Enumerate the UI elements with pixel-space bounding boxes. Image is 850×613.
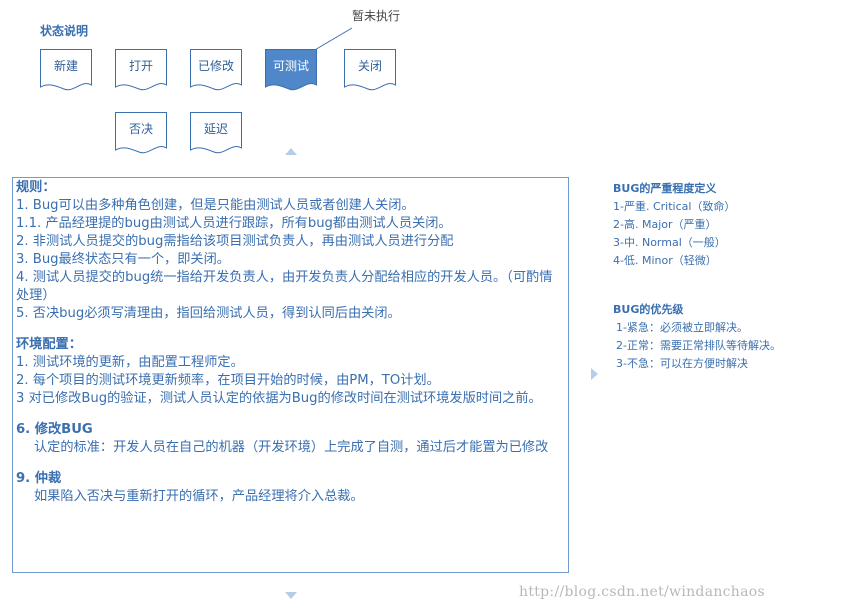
severity-item: 4-低. Minor（轻微） <box>613 254 717 267</box>
arbitration-text: 如果陷入否决与重新打开的循环，产品经理将介入总裁。 <box>34 489 364 504</box>
rules-heading: 规则： <box>16 180 56 195</box>
status-node-label: 新建 <box>53 58 78 73</box>
env-line: 3 对已修改Bug的验证，测试人员认定的依据为Bug的修改时间在测试环境发版时间… <box>16 391 542 406</box>
severity-item: 1-严重. Critical（致命） <box>613 200 736 213</box>
status-node-label: 关闭 <box>357 58 382 73</box>
callout-label: 暂未执行 <box>352 9 401 23</box>
priority-title: BUG的优先级 <box>613 303 684 316</box>
fix-heading: 6. 修改BUG <box>16 422 93 437</box>
rules-line: 2. 非测试人员提交的bug需指给该项目测试负责人，再由测试人员进行分配 <box>16 234 454 249</box>
rules-line: 1. Bug可以由多种角色创建，但是只能由测试人员或者创建人关闭。 <box>16 198 415 213</box>
expand-right-icon[interactable] <box>591 368 598 380</box>
priority-item: 2-正常：需要正常排队等待解决。 <box>616 339 781 352</box>
rules-line: 1.1. 产品经理提的bug由测试人员进行跟踪，所有bug都由测试人员关闭。 <box>16 216 452 231</box>
status-node-label: 可测试 <box>272 58 309 73</box>
severity-section: BUG的严重程度定义 1-严重. Critical（致命） 2-高. Major… <box>613 180 735 270</box>
env-line: 2. 每个项目的测试环境更新频率，在项目开始的时候，由PM，TO计划。 <box>16 373 440 388</box>
env-heading: 环境配置： <box>16 337 82 352</box>
status-node-label: 否决 <box>128 121 153 136</box>
status-node-label: 打开 <box>128 58 153 73</box>
arbitration-heading: 9. 仲裁 <box>16 471 62 486</box>
priority-item: 3-不急：可以在方便时解决 <box>616 357 748 370</box>
expand-down-icon[interactable] <box>285 592 297 599</box>
rules-panel: 规则： 1. Bug可以由多种角色创建，但是只能由测试人员或者创建人关闭。 1.… <box>12 177 569 573</box>
watermark: http://blog.csdn.net/windanchaos <box>519 584 765 600</box>
status-node-label: 已修改 <box>197 58 234 73</box>
status-node-label: 延迟 <box>203 121 228 136</box>
fix-text: 认定的标准：开发人员在自己的机器（开发环境）上完成了自测，通过后才能置为已修改 <box>34 440 549 455</box>
severity-title: BUG的严重程度定义 <box>613 182 717 195</box>
status-node-closed: 关闭 <box>344 49 396 93</box>
status-node-testable: 可测试 <box>265 49 317 93</box>
collapse-up-icon[interactable] <box>285 148 297 155</box>
priority-section: BUG的优先级 1-紧急：必须被立即解决。 2-正常：需要正常排队等待解决。 3… <box>613 301 781 373</box>
severity-item: 2-高. Major（严重） <box>613 218 717 231</box>
rules-line: 4. 测试人员提交的bug统一指给开发负责人，由开发负责人分配给相应的开发人员。… <box>16 270 553 303</box>
status-node-deferred: 延迟 <box>190 112 242 156</box>
status-node-open: 打开 <box>115 49 167 93</box>
status-legend-title: 状态说明 <box>40 24 89 38</box>
priority-item: 1-紧急：必须被立即解决。 <box>616 321 748 334</box>
severity-item: 3-中. Normal（一般） <box>613 236 726 249</box>
env-line: 1. 测试环境的更新，由配置工程师定。 <box>16 355 244 370</box>
rules-line: 3. Bug最终状态只有一个，即关闭。 <box>16 252 230 267</box>
status-node-new: 新建 <box>40 49 92 93</box>
rules-line: 5. 否决bug必须写清理由，指回给测试人员，得到认同后由关闭。 <box>16 306 401 321</box>
status-node-rejected: 否决 <box>115 112 167 156</box>
status-node-modified: 已修改 <box>190 49 242 93</box>
